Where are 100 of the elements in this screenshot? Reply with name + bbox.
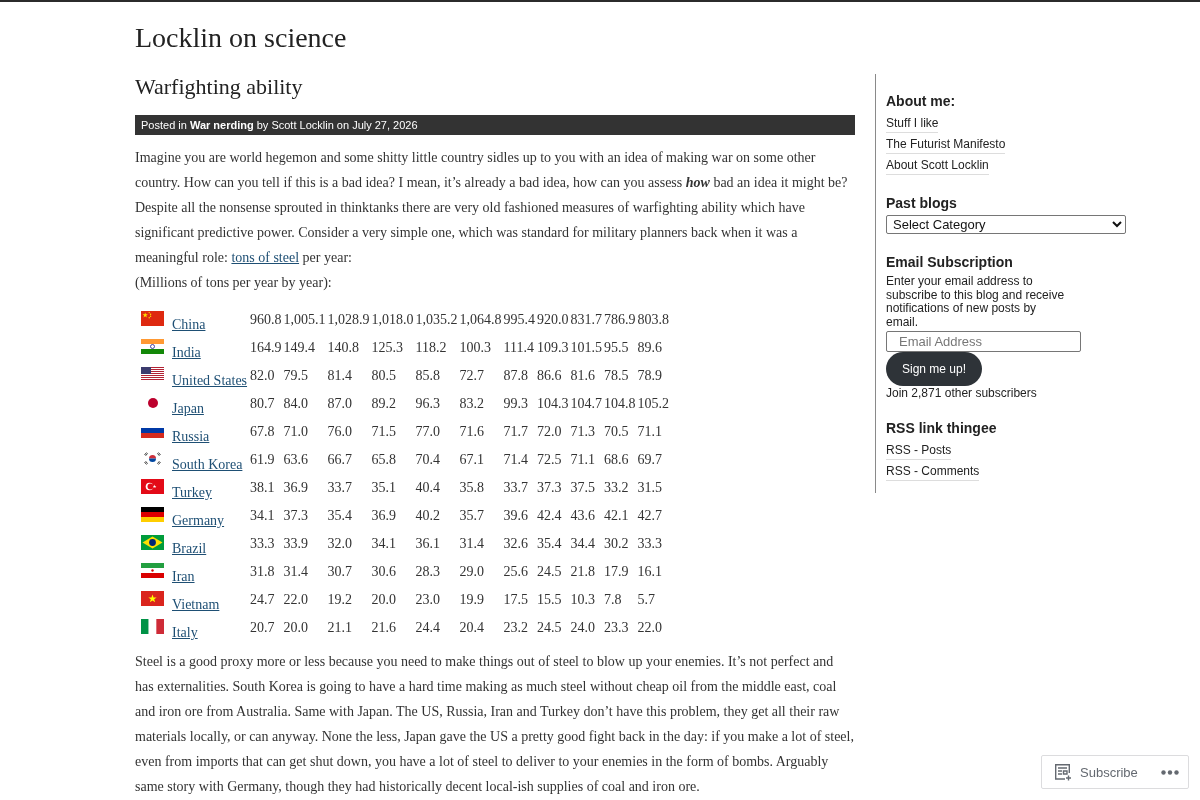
table-cell-text: 37.3	[282, 507, 310, 525]
table-cell-text: 105.2	[636, 395, 671, 413]
table-cell-text: 1,018.0	[370, 311, 415, 329]
table-cell-text: 72.7	[458, 367, 486, 385]
sidebar-link[interactable]: RSS - Posts	[886, 441, 952, 460]
table-cell-text: 78.5	[603, 367, 630, 385]
table-cell-text: 65.8	[370, 451, 398, 469]
table-cell-text: 24.5	[536, 619, 563, 637]
table-cell-text: 69.7	[636, 451, 664, 469]
table-cell-text: 81.4	[326, 367, 354, 385]
table-cell-text: 118.2	[414, 339, 448, 357]
table-cell-text: 30.7	[326, 563, 354, 581]
country-link[interactable]: South Korea	[172, 456, 243, 473]
table-cell-text: 37.5	[569, 479, 597, 497]
table-cell-text: 33.3	[636, 535, 664, 553]
country-link[interactable]: Turkey	[172, 484, 212, 501]
country-link[interactable]: Vietnam	[172, 596, 220, 613]
table-cell-text: 31.8	[249, 563, 276, 581]
table-cell-text: 831.7	[569, 311, 604, 329]
flag-icon	[141, 535, 164, 550]
flag-icon	[141, 507, 164, 522]
table-cell-text: 99.3	[502, 395, 530, 413]
country-link[interactable]: United States	[172, 372, 248, 389]
subscribe-button[interactable]: Subscribe	[1054, 763, 1138, 781]
country-link[interactable]: Iran	[172, 568, 195, 585]
table-cell-text: 100.3	[458, 339, 493, 357]
text-link[interactable]: tons of steel	[231, 250, 300, 265]
sign-up-button[interactable]: Sign me up!	[886, 351, 983, 386]
table-cell-text: 803.8	[636, 311, 671, 329]
table-cell-text: 104.8	[603, 395, 637, 413]
table-cell-text: 34.1	[249, 507, 276, 525]
table-cell-text: 24.4	[414, 619, 442, 637]
sidebar-link[interactable]: RSS - Comments	[886, 462, 980, 481]
document-plus-icon	[1054, 763, 1072, 781]
table-cell-text: 40.2	[414, 507, 442, 525]
post-meta: Posted in War nerding by Scott Locklin on July 27, 2026	[135, 115, 855, 135]
table-cell-text: 89.2	[370, 395, 398, 413]
flag-icon	[141, 591, 164, 606]
country-link[interactable]: Germany	[172, 512, 225, 529]
table-cell-text: 87.0	[326, 395, 354, 413]
table-cell-text: 37.3	[536, 479, 563, 497]
paragraph: Steel is a good proxy more or less because you need to make things out of steel to blow up your enemies. It’s not perfect and has externalities. South Korea is going to have a hard time making as much steel without cheap oil from the middle east, coal and iron ore from Australia. Same with Japan. The US, Russia, Iran and Turkey don’t have this problem, they get all their raw materials locally, or can anyway. None the less, Japan gave the US a pretty good fight back in the day: if you make a lot of steel, even from imports that can get shut down, you have a lot of steel to deliver to your enemies in the form of bombs. Arguably same story with Germany, though they had historically decent local-ish supplies of coal and iron ore.	[135, 653, 855, 796]
country-link[interactable]: Italy	[172, 624, 198, 641]
table-cell-text: 30.6	[370, 563, 398, 581]
table-cell-text: 29.0	[458, 563, 486, 581]
table-cell-text: 20.7	[249, 619, 276, 637]
table-cell-text: 42.7	[636, 507, 664, 525]
flag-icon	[141, 367, 164, 380]
table-cell-text: 80.7	[249, 395, 276, 413]
table-cell-text: 89.6	[636, 339, 664, 357]
table-cell-text: 71.6	[458, 423, 486, 441]
table-cell-text: 125.3	[370, 339, 405, 357]
table-cell-text: 33.9	[282, 535, 310, 553]
table-cell-text: 39.6	[502, 507, 530, 525]
site-title: Locklin on science	[135, 21, 348, 55]
table-cell-text: 36.1	[414, 535, 442, 553]
table-cell-text: 33.7	[326, 479, 354, 497]
table-cell-text: 67.8	[249, 423, 276, 441]
table-cell-text: 82.0	[249, 367, 276, 385]
email-field[interactable]: Email Address	[886, 330, 1081, 352]
table-cell-text: 71.5	[370, 423, 398, 441]
table-cell-text: 77.0	[414, 423, 442, 441]
sidebar-link[interactable]: The Futurist Manifesto	[886, 136, 1006, 154]
sidebar-link[interactable]: Stuff I like	[886, 115, 939, 133]
table-cell-text: 61.9	[249, 451, 276, 469]
table-cell: 35.1	[370, 476, 415, 504]
country-link[interactable]: Russia	[172, 428, 210, 445]
table-caption: (Millions of tons per year by year):	[135, 274, 333, 292]
table-cell-text: 22.0	[282, 591, 310, 609]
table-cell-text: 87.8	[502, 367, 530, 385]
country-link[interactable]: Japan	[172, 400, 204, 417]
table-cell-text: 1,028.9	[326, 311, 371, 329]
table-cell-text: 95.5	[603, 339, 630, 357]
table-cell-text: 71.1	[636, 423, 664, 441]
table-cell-text: 40.4	[414, 479, 442, 497]
table-cell-text: 5.7	[636, 591, 657, 609]
table-cell-text: 72.0	[536, 423, 563, 441]
table-cell-text: 104.3	[536, 395, 570, 413]
table-cell-text: 21.8	[569, 563, 597, 581]
sidebar-link[interactable]: About Scott Locklin	[886, 157, 989, 175]
table-cell-text: 17.9	[603, 563, 630, 581]
table-cell-text: 36.9	[282, 479, 310, 497]
subscriber-count: Join 2,871 other subscribers	[886, 385, 1038, 400]
table-cell-text: 920.0	[536, 311, 570, 329]
country-link[interactable]: China	[172, 316, 206, 333]
flag-icon	[141, 619, 164, 634]
table-cell-text: 33.3	[249, 535, 276, 553]
table-cell-text: 21.6	[370, 619, 398, 637]
table-cell-text: 28.3	[414, 563, 442, 581]
more-button[interactable]	[1161, 769, 1179, 775]
paragraph: Imagine you are world hegemon and some shitty little country sidles up to you with an idea of making war on some other country. How can you tell if this is a bad idea? I mean, it’s already a bad idea, how can you assess how bad an idea it might be? Despite all the nonsense sprouted in thinktanks there are very old fashioned measures of warfighting ability which have significant predictive power. Consider a very simple one, which was standard for military planners back when it was a meaningful role: tons of steel per year:	[135, 149, 849, 267]
widget-title: RSS link thingee	[886, 419, 998, 437]
country-link[interactable]: Brazil	[172, 540, 207, 557]
table-cell-text: 23.2	[502, 619, 530, 637]
table-cell-text: 35.8	[458, 479, 486, 497]
table-cell-text: 786.9	[603, 311, 637, 329]
table-cell-text: 71.0	[282, 423, 310, 441]
category-select[interactable]: Select Category	[886, 215, 1126, 234]
country-link[interactable]: India	[172, 344, 201, 361]
table-cell-text: 101.5	[569, 339, 604, 357]
